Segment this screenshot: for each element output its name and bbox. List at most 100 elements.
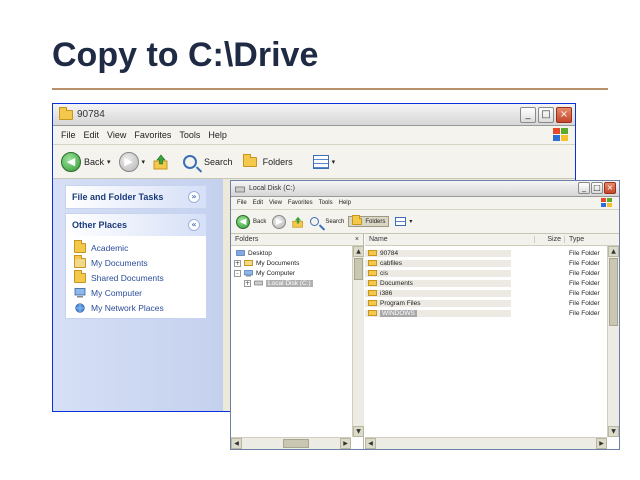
other-places-panel: Other Places « Academic My Documents Sha… xyxy=(65,213,207,319)
other-place-label: My Documents xyxy=(91,257,148,268)
column-type[interactable]: Type xyxy=(565,236,584,243)
forward-arrow-icon: ▶ xyxy=(272,214,287,229)
other-place-my-network-places[interactable]: My Network Places xyxy=(66,300,206,315)
minimize-button[interactable]: _ xyxy=(578,182,590,194)
file-name: i386 xyxy=(380,289,393,297)
expand-icon[interactable]: + xyxy=(244,279,251,287)
back-button[interactable]: ◀ Back xyxy=(236,214,266,229)
files-horizontal-scrollbar[interactable]: ◀ ▶ xyxy=(365,437,607,449)
menu-view[interactable]: View xyxy=(107,130,126,140)
file-row[interactable]: cabfiles File Folder xyxy=(365,258,619,268)
close-button[interactable]: × xyxy=(556,107,572,123)
expand-icon[interactable]: + xyxy=(234,259,241,267)
other-place-shared-documents[interactable]: Shared Documents xyxy=(66,269,206,285)
folder-icon xyxy=(74,269,86,283)
folder-icon xyxy=(59,106,73,120)
file-name: WINDOWS xyxy=(380,309,417,317)
column-size[interactable]: Size xyxy=(535,236,565,243)
front-explorer-window[interactable]: Local Disk (C:) _ □ × File Edit View Fav… xyxy=(230,180,620,450)
expand-chevron-icon[interactable]: » xyxy=(188,191,200,203)
other-place-my-documents[interactable]: My Documents xyxy=(66,254,206,270)
file-row-selected[interactable]: WINDOWS File Folder xyxy=(365,308,619,318)
close-button[interactable]: × xyxy=(604,182,616,194)
collapse-chevron-icon[interactable]: « xyxy=(188,219,200,231)
scroll-down-arrow[interactable]: ▼ xyxy=(608,426,619,437)
tree-vertical-scrollbar[interactable]: ▲ ▼ xyxy=(352,246,364,437)
front-window-titlebar[interactable]: Local Disk (C:) _ □ × xyxy=(231,181,619,197)
scroll-down-arrow[interactable]: ▼ xyxy=(353,426,364,437)
menu-help[interactable]: Help xyxy=(339,200,351,206)
folder-icon xyxy=(368,280,377,286)
menu-file[interactable]: File xyxy=(61,130,76,140)
collapse-icon[interactable]: - xyxy=(234,269,241,277)
other-place-academic[interactable]: Academic xyxy=(66,239,206,255)
scroll-right-arrow[interactable]: ▶ xyxy=(596,438,607,449)
views-button[interactable]: ▾ xyxy=(395,217,412,226)
back-button[interactable]: ◀ Back ▾ xyxy=(61,151,111,172)
file-type: File Folder xyxy=(569,279,600,287)
file-folder-tasks-panel[interactable]: File and Folder Tasks » xyxy=(65,185,207,209)
slide: Copy to C:\Drive 90784 _ □ × File Edit V… xyxy=(0,0,640,480)
tree-item-label: My Computer xyxy=(256,269,296,277)
file-row[interactable]: cis File Folder xyxy=(365,268,619,278)
column-name[interactable]: Name xyxy=(365,236,535,243)
scroll-up-arrow[interactable]: ▲ xyxy=(608,246,619,257)
other-place-label: My Computer xyxy=(91,287,143,298)
tree-horizontal-scrollbar[interactable]: ◀ ▶ xyxy=(231,437,351,449)
up-folder-button[interactable] xyxy=(292,216,304,228)
close-icon[interactable]: × xyxy=(355,236,359,243)
scroll-thumb[interactable] xyxy=(609,258,618,326)
back-window-titlebar[interactable]: 90784 _ □ × xyxy=(53,104,575,126)
menu-edit[interactable]: Edit xyxy=(84,130,100,140)
forward-button[interactable]: ▶ xyxy=(272,214,287,229)
other-places-header[interactable]: Other Places « xyxy=(66,214,206,236)
menu-tools[interactable]: Tools xyxy=(319,200,333,206)
desktop-icon xyxy=(236,249,245,256)
menu-favorites[interactable]: Favorites xyxy=(288,200,313,206)
back-window-title: 90784 xyxy=(77,109,105,120)
views-button[interactable]: ▾ xyxy=(312,154,335,169)
scroll-left-arrow[interactable]: ◀ xyxy=(365,438,376,449)
scroll-right-arrow[interactable]: ▶ xyxy=(340,438,351,449)
search-button[interactable]: Search xyxy=(183,154,233,169)
drive-icon xyxy=(235,186,245,192)
file-name: Program Files xyxy=(380,299,421,307)
file-row[interactable]: 90784 File Folder xyxy=(365,248,619,258)
back-window-toolbar: ◀ Back ▾ ▶ ▾ Search Folders ▾ xyxy=(53,145,575,179)
tree-item-my-computer[interactable]: - My Computer xyxy=(234,268,360,278)
files-vertical-scrollbar[interactable]: ▲ ▼ xyxy=(607,246,619,437)
maximize-button[interactable]: □ xyxy=(538,107,554,123)
scroll-up-arrow[interactable]: ▲ xyxy=(353,246,364,257)
search-button[interactable]: Search xyxy=(310,217,344,226)
drive-icon xyxy=(254,280,263,286)
up-folder-button[interactable] xyxy=(153,154,169,170)
file-folder-tasks-header[interactable]: File and Folder Tasks » xyxy=(66,186,206,208)
tree-item-desktop[interactable]: Desktop xyxy=(234,248,360,258)
menu-file[interactable]: File xyxy=(237,200,247,206)
scroll-left-arrow[interactable]: ◀ xyxy=(231,438,242,449)
folders-button[interactable]: Folders xyxy=(242,153,293,167)
scroll-thumb[interactable] xyxy=(283,439,309,448)
menu-view[interactable]: View xyxy=(269,200,282,206)
tree-item-label: Local Disk (C:) xyxy=(266,279,313,287)
file-row[interactable]: i386 File Folder xyxy=(365,288,619,298)
minimize-button[interactable]: _ xyxy=(520,107,536,123)
menu-edit[interactable]: Edit xyxy=(253,200,263,206)
tree-item-local-disk[interactable]: + Local Disk (C:) xyxy=(234,278,360,288)
chevron-down-icon: ▾ xyxy=(409,219,413,225)
menu-help[interactable]: Help xyxy=(208,130,227,140)
file-name: 90784 xyxy=(380,249,399,257)
file-row[interactable]: Program Files File Folder xyxy=(365,298,619,308)
menu-favorites[interactable]: Favorites xyxy=(134,130,171,140)
other-place-my-computer[interactable]: My Computer xyxy=(66,285,206,300)
tree-item-my-documents[interactable]: + My Documents xyxy=(234,258,360,268)
menu-tools[interactable]: Tools xyxy=(179,130,200,140)
front-window-toolbar: ◀ Back ▶ Search Folders ▾ xyxy=(231,210,619,234)
scroll-thumb[interactable] xyxy=(354,258,363,280)
folders-button[interactable]: Folders xyxy=(348,215,390,227)
forward-button[interactable]: ▶ ▾ xyxy=(118,151,145,172)
maximize-button[interactable]: □ xyxy=(591,182,603,194)
other-place-label: Shared Documents xyxy=(91,272,164,283)
file-row[interactable]: Documents File Folder xyxy=(365,278,619,288)
other-places-title: Other Places xyxy=(72,220,128,230)
